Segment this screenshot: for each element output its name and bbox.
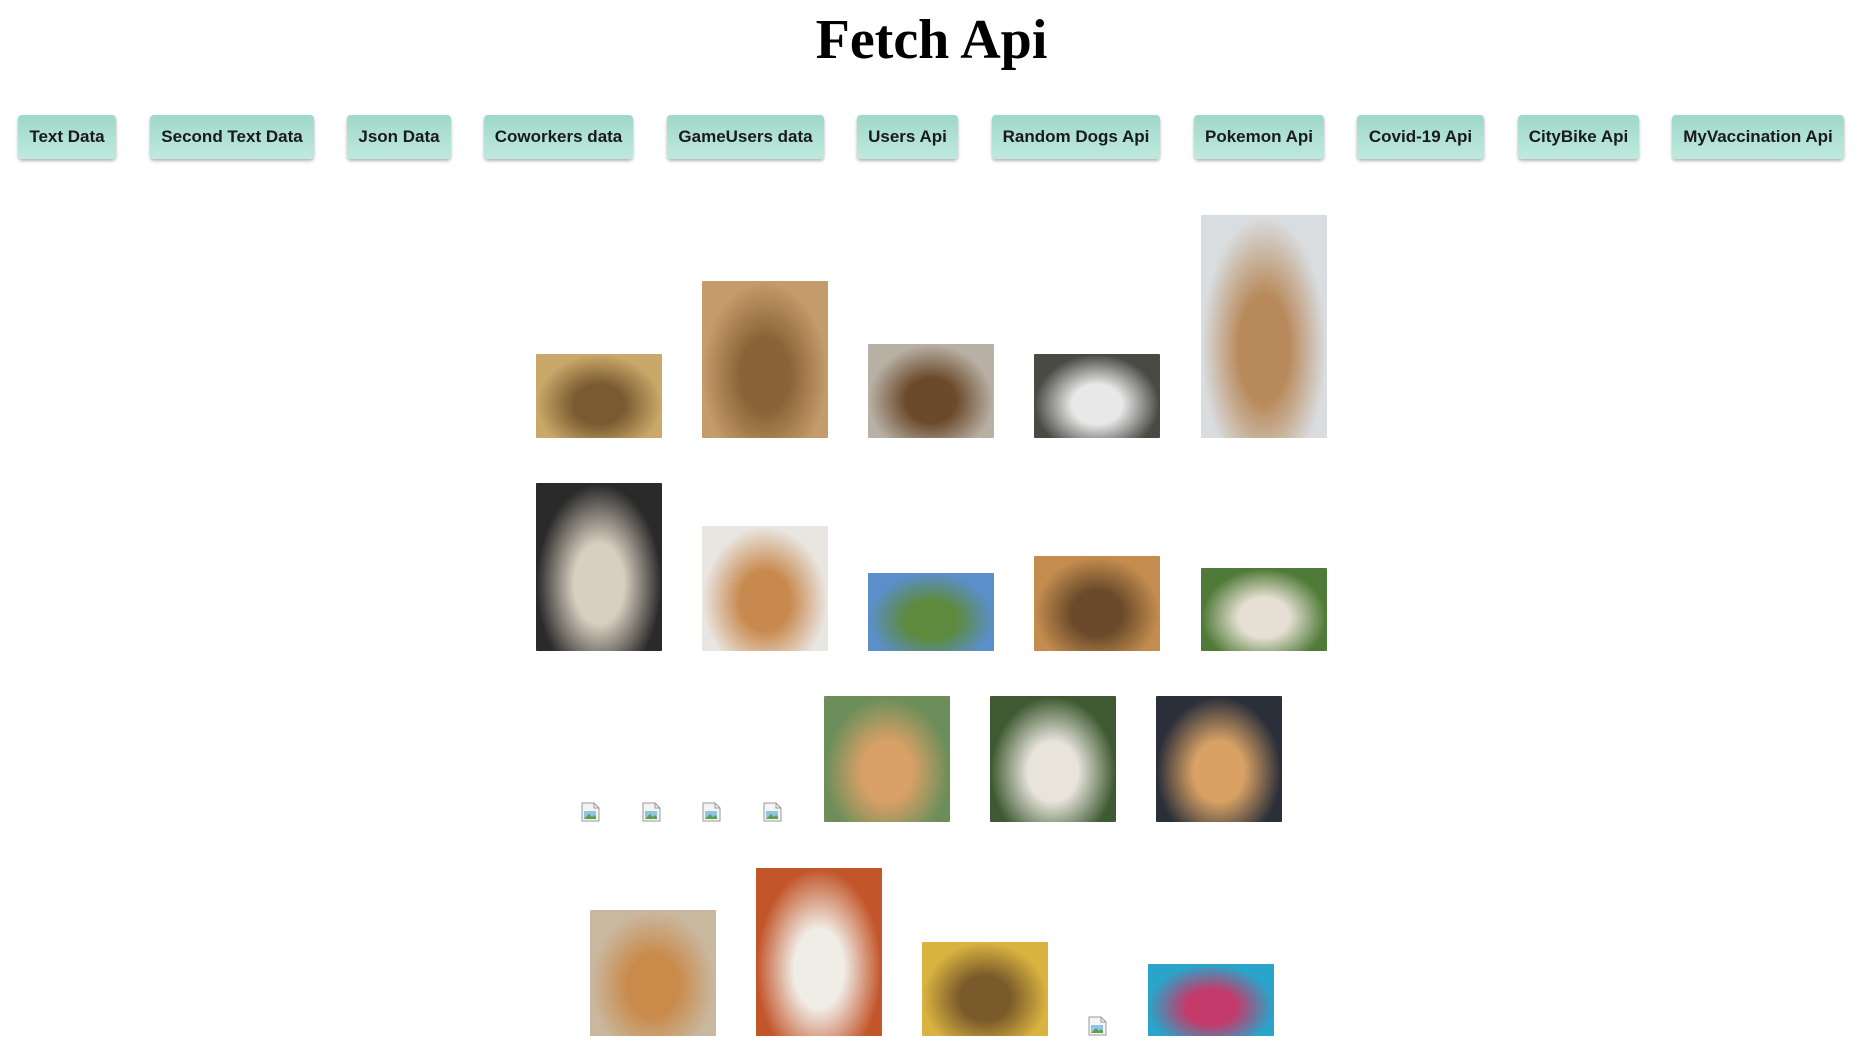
dog-image-dog-in-pool <box>1148 964 1274 1036</box>
dog-image-golden-retriever-behind-gate <box>1201 215 1327 438</box>
dog-image-dog-with-goggles-road <box>868 573 994 651</box>
dog-image-smiling-shiba <box>1156 696 1282 822</box>
dog-image-dog-at-desk <box>922 942 1048 1036</box>
dog-image-fluffy-chow-puppy <box>702 281 828 438</box>
pokemon-api-button[interactable]: Pokemon Api <box>1194 115 1324 159</box>
users-api-button[interactable]: Users Api <box>857 115 958 159</box>
second-text-data-button[interactable]: Second Text Data <box>150 115 314 159</box>
dog-image-shiba-face-closeup <box>702 526 828 651</box>
broken-image-icon <box>581 802 600 822</box>
page: Fetch Api Text Data Second Text Data Jso… <box>0 0 1863 1046</box>
dog-image-white-dog-collage <box>990 696 1116 822</box>
broken-image-icon <box>642 802 661 822</box>
broken-image-icon <box>1088 1016 1107 1036</box>
dog-image-small-dog-on-floor <box>1034 556 1160 651</box>
page-title: Fetch Api <box>815 9 1048 71</box>
gameusers-data-button[interactable]: GameUsers data <box>667 115 824 159</box>
covid-19-api-button[interactable]: Covid-19 Api <box>1357 115 1484 159</box>
dog-image-dog-nose-closeup <box>756 868 882 1036</box>
myvaccination-api-button[interactable]: MyVaccination Api <box>1672 115 1844 159</box>
dog-image-two-dogs-on-grass <box>536 354 662 438</box>
dog-image-shiba-lying-on-phone <box>590 910 716 1036</box>
dog-image-white-dog-in-field <box>1201 568 1327 651</box>
dog-image-husky-puppy-on-rocks <box>1034 354 1160 438</box>
json-data-button[interactable]: Json Data <box>347 115 451 159</box>
broken-image-icon <box>702 802 721 822</box>
dog-image-shiba-on-street <box>824 696 950 822</box>
dog-image-dogs-on-beach <box>868 344 994 438</box>
text-data-button[interactable]: Text Data <box>18 115 116 159</box>
random-dogs-api-button[interactable]: Random Dogs Api <box>992 115 1160 159</box>
broken-image-icon <box>763 802 782 822</box>
dog-image-black-tan-hound <box>536 483 662 651</box>
coworkers-data-button[interactable]: Coworkers data <box>484 115 633 159</box>
citybike-api-button[interactable]: CityBike Api <box>1518 115 1639 159</box>
